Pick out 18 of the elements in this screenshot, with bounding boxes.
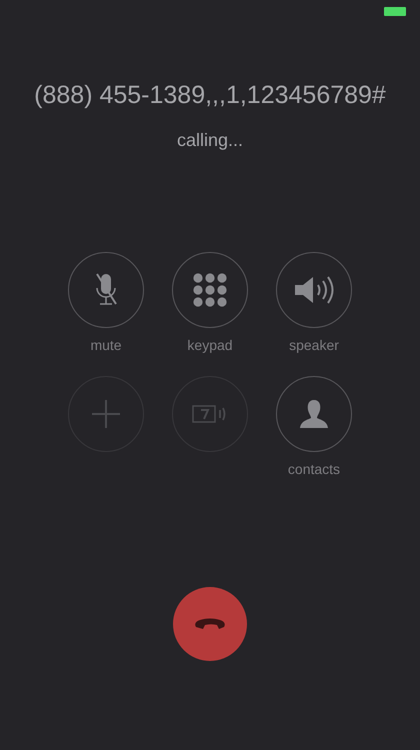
contacts-button[interactable] bbox=[276, 376, 352, 452]
phone-handset-icon bbox=[194, 616, 226, 630]
button-label: contacts bbox=[288, 460, 340, 479]
button-label: keypad bbox=[187, 336, 233, 355]
speaker-icon bbox=[293, 274, 335, 306]
mute-button[interactable] bbox=[68, 252, 144, 328]
speaker-button[interactable] bbox=[276, 252, 352, 328]
call-status: calling... bbox=[176, 128, 244, 152]
button-label: speaker bbox=[289, 336, 339, 355]
tty-icon bbox=[192, 404, 228, 424]
battery-icon bbox=[384, 6, 406, 16]
button-label: mute bbox=[90, 336, 122, 355]
person-silhouette-icon bbox=[299, 398, 329, 428]
phone-number: (888) 455-1389,,,1,123456789# bbox=[34, 80, 386, 111]
keypad-icon bbox=[193, 272, 227, 306]
muted-microphone-icon bbox=[95, 272, 117, 308]
keypad-button[interactable] bbox=[172, 252, 248, 328]
plus-icon bbox=[91, 398, 121, 428]
